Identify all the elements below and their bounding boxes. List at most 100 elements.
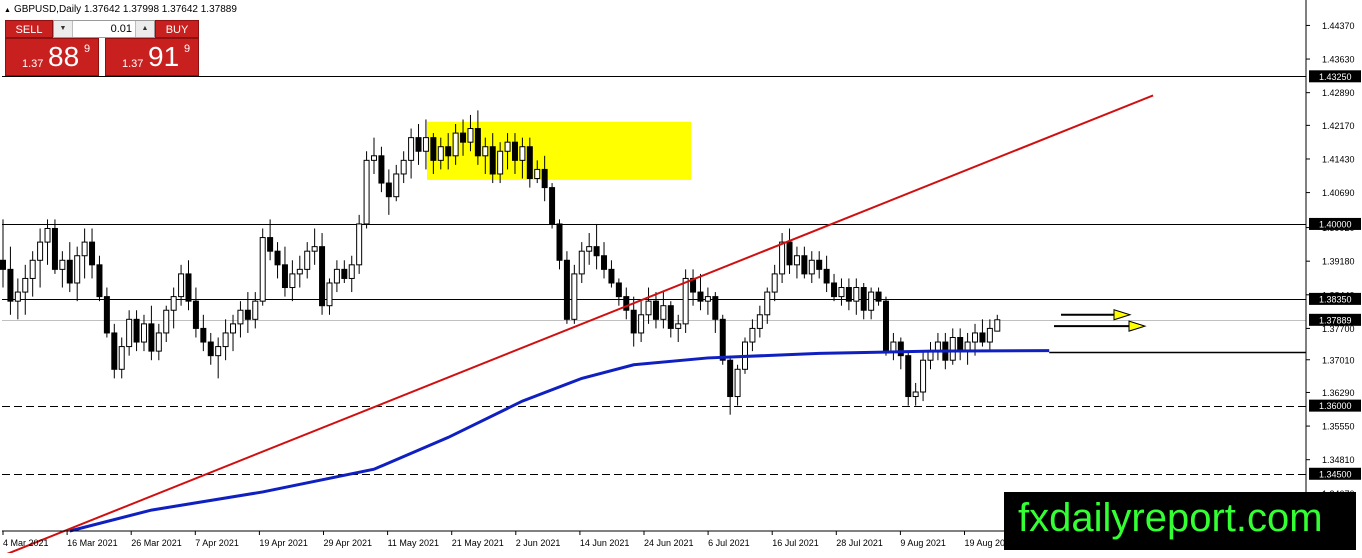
price-tick-label: 1.44370 <box>1322 21 1355 31</box>
candle-bear <box>816 259 823 270</box>
price-tag-label: 1.36000 <box>1319 401 1352 411</box>
candle-bull <box>756 314 763 329</box>
candle-bull <box>452 132 459 157</box>
buy-price-sup: 9 <box>184 43 191 55</box>
candle-bull <box>808 259 815 275</box>
candle-bull <box>348 264 355 279</box>
one-click-trading-panel: SELL ▼ 0.01 ▲ BUY 1.37 88 9 1.37 91 9 <box>5 20 199 76</box>
time-tick-label: 26 Mar 2021 <box>131 538 182 548</box>
price-tick-label: 1.40690 <box>1322 188 1355 198</box>
candle-bear <box>845 287 852 302</box>
candle-bear <box>185 273 192 302</box>
candle-bear <box>244 309 251 320</box>
candle-bear <box>979 332 986 343</box>
candle-bull <box>155 332 162 352</box>
candle-bear <box>667 305 674 329</box>
candle-bear <box>474 128 481 157</box>
candle-bull <box>660 305 667 320</box>
candle-bear <box>111 332 118 370</box>
candle-bear <box>511 141 518 161</box>
price-tag-label: 1.40000 <box>1319 219 1352 229</box>
candle-bull <box>37 241 44 261</box>
candle-bull <box>400 159 407 175</box>
candle-bull <box>222 332 229 348</box>
candle-bull <box>363 159 370 225</box>
time-tick-label: 29 Apr 2021 <box>324 538 373 548</box>
candle-bear <box>274 250 281 266</box>
sell-label-button[interactable]: SELL <box>5 20 53 38</box>
candle-bull <box>504 141 511 152</box>
candle-bull <box>912 391 919 398</box>
candle-bull <box>853 287 860 302</box>
candle-bull <box>749 327 756 343</box>
candle-bull <box>868 291 875 311</box>
candle-bear <box>563 259 570 320</box>
candle-bear <box>882 300 889 352</box>
candle-bear <box>148 323 155 352</box>
candle-bull <box>534 168 541 180</box>
time-tick-label: 16 Jul 2021 <box>772 538 819 548</box>
price-chart[interactable]: 1.44370 1.43630 1.42890 1.42170 1.41430 1.406… <box>0 0 1362 557</box>
lot-increase-icon[interactable]: ▲ <box>135 21 154 37</box>
candle-bull <box>704 296 711 302</box>
candle-bull <box>890 341 897 352</box>
candle-bear <box>378 155 385 184</box>
candle-bear <box>712 296 719 320</box>
candle-bear <box>415 137 422 152</box>
collapse-triangle-icon[interactable]: ▲ <box>4 7 11 14</box>
candle-bull <box>771 273 778 293</box>
candle-bear <box>281 264 288 289</box>
time-tick-label: 14 Jun 2021 <box>580 538 630 548</box>
price-tag-label: 1.43250 <box>1319 72 1352 82</box>
chart-area[interactable]: 1.44370 1.43630 1.42890 1.42170 1.41430 1.406… <box>0 0 1362 557</box>
candle-bull <box>252 300 259 320</box>
time-tick-label: 21 May 2021 <box>452 538 504 548</box>
time-tick-label: 2 Jun 2021 <box>516 538 561 548</box>
price-tick-label: 1.42170 <box>1322 121 1355 131</box>
time-tick-label: 11 May 2021 <box>388 538 439 548</box>
sell-price-prefix: 1.37 <box>22 58 44 70</box>
candle-bear <box>823 268 830 284</box>
candle-bull <box>118 346 125 370</box>
buy-label-button[interactable]: BUY <box>155 20 199 38</box>
candle-bull <box>422 137 429 152</box>
candle-bear <box>103 296 110 334</box>
candle-bull <box>571 273 578 320</box>
symbol-line: GBPUSD,Daily 1.37642 1.37998 1.37642 1.3… <box>13 4 237 15</box>
candle-bull <box>59 259 66 270</box>
candle-bear <box>719 318 726 361</box>
candle-bear <box>385 182 392 198</box>
candle-bear <box>801 255 808 275</box>
candle-bull <box>29 259 36 279</box>
sell-price-button[interactable]: 1.37 88 9 <box>5 38 99 76</box>
candle-bear <box>905 355 912 398</box>
time-tick-label: 16 Mar 2021 <box>67 538 118 548</box>
candle-bear <box>267 237 274 252</box>
candle-bull <box>779 241 786 275</box>
lot-value[interactable]: 0.01 <box>111 21 132 37</box>
price-tag-label: 1.34500 <box>1319 469 1352 479</box>
candle-bull <box>296 268 303 275</box>
candle-bear <box>526 146 533 180</box>
candle-bear <box>652 300 659 320</box>
candle-bull <box>259 237 266 302</box>
candle-bull <box>356 223 363 266</box>
candle-bear <box>489 146 496 175</box>
candle-bull <box>178 273 185 298</box>
candle-bear <box>319 246 326 307</box>
candle-bear <box>51 227 58 270</box>
symbol-title: ▲ GBPUSD,Daily 1.37642 1.37998 1.37642 1.… <box>4 4 237 15</box>
candle-bull <box>949 336 956 361</box>
buy-price-prefix: 1.37 <box>122 58 144 70</box>
candle-bull <box>14 291 21 302</box>
lot-decrease-icon[interactable]: ▼ <box>54 21 73 37</box>
candle-bull <box>793 255 800 266</box>
candle-bear <box>697 291 704 302</box>
candle-bull <box>333 268 340 284</box>
candle-bear <box>430 137 437 161</box>
candle-bull <box>163 309 170 334</box>
price-tick-label: 1.39180 <box>1322 257 1355 267</box>
buy-price-button[interactable]: 1.37 91 9 <box>105 38 199 76</box>
candle-bear <box>727 359 734 398</box>
lot-size-field[interactable]: ▼ 0.01 ▲ <box>53 20 155 38</box>
